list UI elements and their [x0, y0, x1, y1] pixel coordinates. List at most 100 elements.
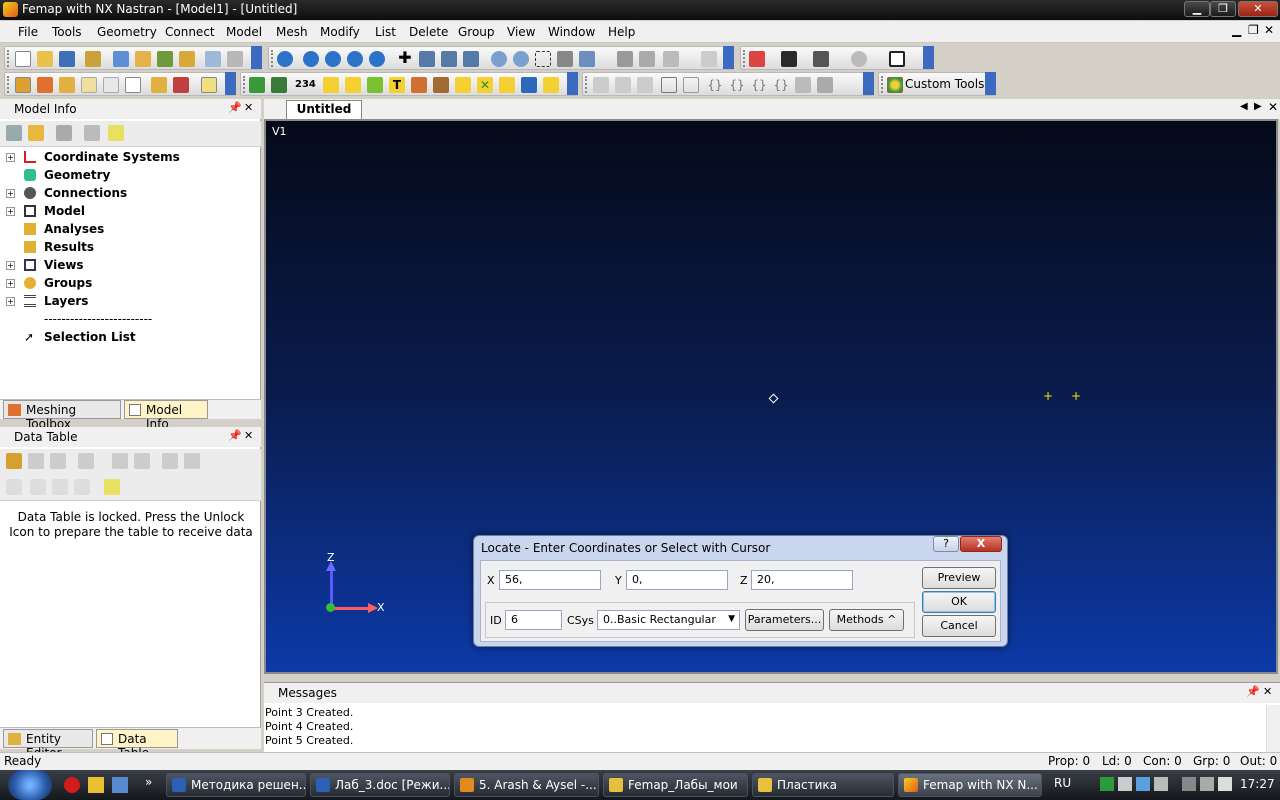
delete-icon[interactable]: ✕: [477, 77, 493, 93]
surface-icon[interactable]: [367, 77, 383, 93]
cancel-button[interactable]: Cancel: [922, 615, 996, 637]
zoom-out-icon[interactable]: [513, 51, 529, 67]
dialog-close-button[interactable]: X: [960, 536, 1002, 552]
point-marker[interactable]: +: [1071, 389, 1081, 403]
open-icon[interactable]: [37, 51, 53, 67]
node-icon[interactable]: [499, 77, 515, 93]
model-info-pane-icon[interactable]: [15, 77, 31, 93]
ok-button[interactable]: OK: [922, 591, 996, 613]
program-file-icon[interactable]: [173, 77, 189, 93]
dialog-help-button[interactable]: ?: [933, 536, 959, 552]
expand-icon[interactable]: +: [6, 261, 15, 270]
model-tree-icon[interactable]: [617, 51, 633, 67]
dt-clear-icon[interactable]: [134, 453, 150, 469]
toolbar-dropdown-icon[interactable]: [923, 46, 934, 69]
pick-query-icon[interactable]: [813, 51, 829, 67]
dt-copy-icon[interactable]: [28, 453, 44, 469]
paste-icon[interactable]: [135, 51, 151, 67]
tray-icon[interactable]: [1100, 777, 1114, 791]
show-desktop-icon[interactable]: [112, 777, 128, 793]
mdi-minimize-icon[interactable]: ▁: [1232, 23, 1241, 37]
workplane-icon[interactable]: [889, 51, 905, 67]
tray-icon[interactable]: [1200, 777, 1214, 791]
pin-icon[interactable]: 📌: [1246, 685, 1260, 698]
new-icon[interactable]: [15, 51, 31, 67]
print-preview-icon[interactable]: [205, 51, 221, 67]
expand-icon[interactable]: +: [6, 207, 15, 216]
quicklaunch-more-icon[interactable]: »: [145, 775, 152, 789]
tree-item-layers[interactable]: + Layers: [0, 293, 261, 311]
close-pane-icon[interactable]: ✕: [1263, 685, 1272, 698]
cells-icon[interactable]: [683, 77, 699, 93]
toolbar-dropdown-icon[interactable]: [251, 46, 262, 69]
zoom-all-icon[interactable]: [463, 51, 479, 67]
close-pane-icon[interactable]: ✕: [244, 429, 253, 442]
dist-icon[interactable]: [615, 77, 631, 93]
braces-icon[interactable]: {}: [707, 77, 723, 93]
menu-connect[interactable]: Connect: [165, 25, 215, 39]
print-icon[interactable]: [227, 51, 243, 67]
tab-next-icon[interactable]: ▶: [1254, 101, 1262, 112]
csys-select[interactable]: 0..Basic Rectangular ▼: [597, 610, 740, 630]
methods-button[interactable]: Methods ^: [829, 609, 904, 631]
editor-icon[interactable]: [201, 77, 217, 93]
close-pane-icon[interactable]: ✕: [244, 101, 253, 114]
menu-geometry[interactable]: Geometry: [97, 25, 157, 39]
api-icon[interactable]: [151, 77, 167, 93]
align-icon[interactable]: [593, 77, 609, 93]
report-icon[interactable]: [817, 77, 833, 93]
braces-x-icon[interactable]: {}: [729, 77, 745, 93]
toolbar-dropdown-icon[interactable]: [567, 72, 578, 95]
menu-mesh[interactable]: Mesh: [276, 25, 308, 39]
entity-editor-icon[interactable]: [59, 77, 75, 93]
toolbar-dropdown-icon[interactable]: [985, 72, 996, 95]
autoscale-icon[interactable]: [419, 51, 435, 67]
pin-icon[interactable]: 📌: [228, 101, 242, 114]
tree-item-results[interactable]: Results: [0, 239, 261, 257]
tree-item-coordinate-systems[interactable]: + Coordinate Systems: [0, 149, 261, 167]
layers-icon[interactable]: [157, 51, 173, 67]
dt-highlight-icon[interactable]: [104, 479, 120, 495]
menu-tools[interactable]: Tools: [52, 25, 82, 39]
view-options-icon[interactable]: [701, 51, 717, 67]
braces-z-icon[interactable]: {}: [773, 77, 789, 93]
grid-icon[interactable]: [125, 77, 141, 93]
tab-untitled[interactable]: Untitled: [286, 100, 362, 119]
meshing-toolbox-icon[interactable]: [37, 77, 53, 93]
toolbar-dropdown-icon[interactable]: [723, 46, 734, 69]
minimize-button[interactable]: ▁: [1184, 1, 1210, 17]
taskbar-item[interactable]: Femap_Лабы_мои: [603, 773, 748, 797]
tab-prev-icon[interactable]: ◀: [1240, 101, 1248, 112]
toolbar-dropdown-icon[interactable]: [863, 72, 874, 95]
braces-y-icon[interactable]: {}: [751, 77, 767, 93]
coord-icon[interactable]: [455, 77, 471, 93]
select-icon[interactable]: [749, 51, 765, 67]
arrange-icon[interactable]: [637, 77, 653, 93]
pan-left-icon[interactable]: [303, 51, 319, 67]
toolbar-dropdown-icon[interactable]: [225, 72, 236, 95]
language-indicator[interactable]: RU: [1054, 776, 1071, 790]
tree-item-analyses[interactable]: Analyses: [0, 221, 261, 239]
rotate-icon[interactable]: [277, 51, 293, 67]
menu-window[interactable]: Window: [548, 25, 595, 39]
id-input[interactable]: 6: [505, 610, 562, 630]
picture-icon[interactable]: [179, 51, 195, 67]
tab-entity-editor[interactable]: Entity Editor: [3, 729, 93, 760]
opera-icon[interactable]: [64, 777, 80, 793]
x-coordinate-input[interactable]: 56,: [499, 570, 601, 590]
tray-icon[interactable]: [1136, 777, 1150, 791]
tools-icon[interactable]: [85, 51, 101, 67]
rotate-post-icon[interactable]: [795, 77, 811, 93]
tray-icon[interactable]: [1118, 777, 1132, 791]
menu-modify[interactable]: Modify: [320, 25, 360, 39]
mdi-close-icon[interactable]: ✕: [1264, 23, 1274, 37]
tab-model-info[interactable]: Model Info: [124, 400, 208, 431]
tab-data-table[interactable]: Data Table: [96, 729, 178, 760]
magnify-icon[interactable]: [441, 51, 457, 67]
custom-tools-icon[interactable]: [887, 77, 903, 93]
custom-tools-label[interactable]: Custom Tools: [905, 77, 984, 91]
solid-icon[interactable]: [411, 77, 427, 93]
tree-item-model[interactable]: + Model: [0, 203, 261, 221]
messages-icon[interactable]: [103, 77, 119, 93]
dt-select-icon[interactable]: [6, 479, 22, 495]
